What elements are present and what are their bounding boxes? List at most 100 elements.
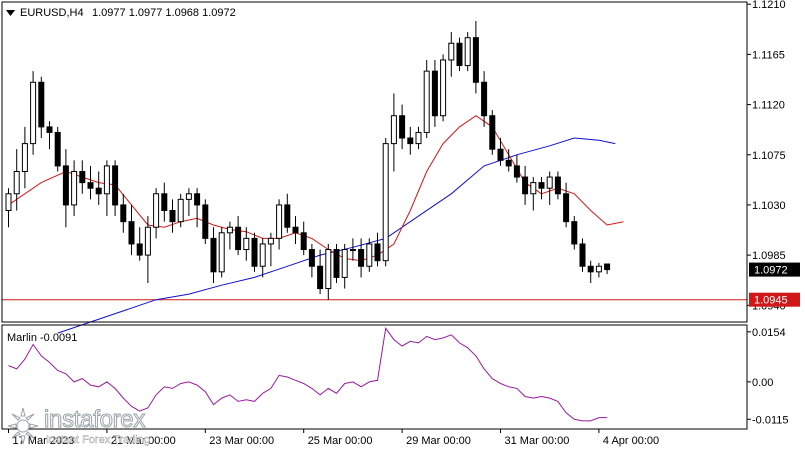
candle-body-bullish [530, 182, 537, 195]
price-tick-label: 1.1165 [752, 49, 785, 61]
candle [563, 182, 570, 228]
candle [95, 171, 102, 205]
candle-body-bearish [333, 249, 340, 278]
indicator-tick-label: -0.0115 [752, 414, 789, 426]
candle-body-bullish [464, 37, 471, 67]
candle [579, 238, 586, 272]
candle [112, 160, 119, 217]
candle-body-bullish [276, 204, 283, 239]
candle-body-bearish [505, 159, 512, 167]
candle [30, 71, 37, 155]
indicator-tick-label: 0.0154 [752, 327, 786, 339]
candle [103, 160, 110, 217]
candle [161, 182, 168, 222]
candle [71, 160, 78, 217]
candle-body-bearish [456, 42, 463, 67]
candle-body-bearish [489, 115, 496, 150]
candle [194, 188, 201, 228]
candle-body-bullish [5, 193, 12, 212]
candle [431, 59, 438, 127]
candle [308, 243, 315, 278]
candle [251, 232, 258, 272]
candle [5, 188, 12, 228]
candle [530, 177, 537, 211]
slow-moving-average-line [57, 137, 616, 334]
indicator-tick-label: 0.00 [752, 377, 773, 389]
candle [300, 221, 307, 256]
candle-body-bullish [243, 237, 250, 251]
candle [456, 37, 463, 72]
candle [341, 243, 348, 289]
candle-body-bullish [325, 249, 332, 290]
price-pane: 1.1210 1.1165 1.1120 1.1075 1.1030 1.0985 1.09… [2, 0, 800, 334]
candle [54, 126, 61, 172]
candle-body-bullish [546, 176, 553, 189]
candle [349, 238, 356, 261]
candle [333, 243, 340, 283]
price-tick-label: 1.1030 [752, 200, 786, 212]
candle [292, 216, 299, 244]
candle [169, 199, 176, 233]
candle [538, 177, 545, 200]
logo-emblem-icon [7, 407, 39, 445]
candle-body-bearish [399, 115, 406, 139]
candle-body-bullish [267, 237, 274, 245]
candle [144, 216, 151, 283]
candle-body-bullish [448, 42, 455, 61]
candle-body-bearish [538, 182, 545, 189]
candle [226, 221, 233, 250]
candle-body-bearish [554, 176, 561, 195]
candle-body-bullish [71, 170, 78, 206]
chart-header: EURUSD,H4 1.0977 1.0977 1.0968 1.0972 Ma… [6, 7, 236, 344]
current-price-tag-text: 1.0972 [754, 265, 788, 277]
candle-body-bullish [259, 243, 266, 267]
candle [284, 193, 291, 233]
candle-body-bearish [62, 165, 69, 206]
candle-body-bearish [251, 237, 258, 267]
candle [571, 216, 578, 250]
candle-body-bearish [128, 221, 135, 245]
candle-body-bearish [284, 204, 291, 228]
price-tick-label: 1.1210 [752, 0, 786, 11]
candle [87, 165, 94, 200]
candle [415, 126, 422, 150]
candle-body-bearish [194, 193, 201, 206]
candle-body-bearish [120, 204, 127, 223]
candle [554, 171, 561, 200]
instaforex-logo: instaforex Instant Forex Trading [6, 404, 186, 450]
candle-body-bearish [472, 37, 479, 83]
indicator-label: Marlin -0.0091 [7, 332, 77, 344]
candle-body-bearish [571, 221, 578, 245]
candle-body-bearish [292, 226, 299, 234]
candle-body-bearish [604, 263, 611, 271]
candle-body-bullish [595, 265, 602, 273]
time-tick-label: 31 Mar 00:00 [505, 435, 570, 447]
candle-body-bullish [349, 249, 356, 252]
candle-body-bearish [46, 126, 53, 133]
candle [202, 199, 209, 244]
candle-body-bearish [202, 204, 209, 239]
time-tick-label: 23 Mar 00:00 [209, 435, 274, 447]
price-pane-frame [1, 1, 748, 323]
candle [390, 93, 397, 172]
candle [407, 126, 414, 155]
candle [13, 149, 20, 211]
candle [513, 154, 520, 183]
candle [267, 232, 274, 267]
candle-body-bearish [87, 182, 94, 189]
candle [218, 227, 225, 278]
candle-body-bearish [358, 249, 365, 267]
chart-canvas: 1.1210 1.1165 1.1120 1.1075 1.1030 1.0985 1.09… [1, 0, 800, 447]
candle-body-bullish [21, 143, 28, 172]
candle-body-bullish [390, 115, 397, 145]
candle-body-bullish [144, 226, 151, 256]
candle-body-bullish [30, 81, 37, 145]
candle [481, 71, 488, 127]
candle [399, 104, 406, 150]
candle [120, 193, 127, 233]
dropdown-triangle-icon[interactable] [6, 10, 15, 16]
candle [259, 238, 266, 278]
candle [38, 76, 45, 139]
ohlc-values: 1.0977 1.0977 1.0968 1.0972 [92, 7, 236, 19]
candle-body-bullish [218, 232, 225, 273]
